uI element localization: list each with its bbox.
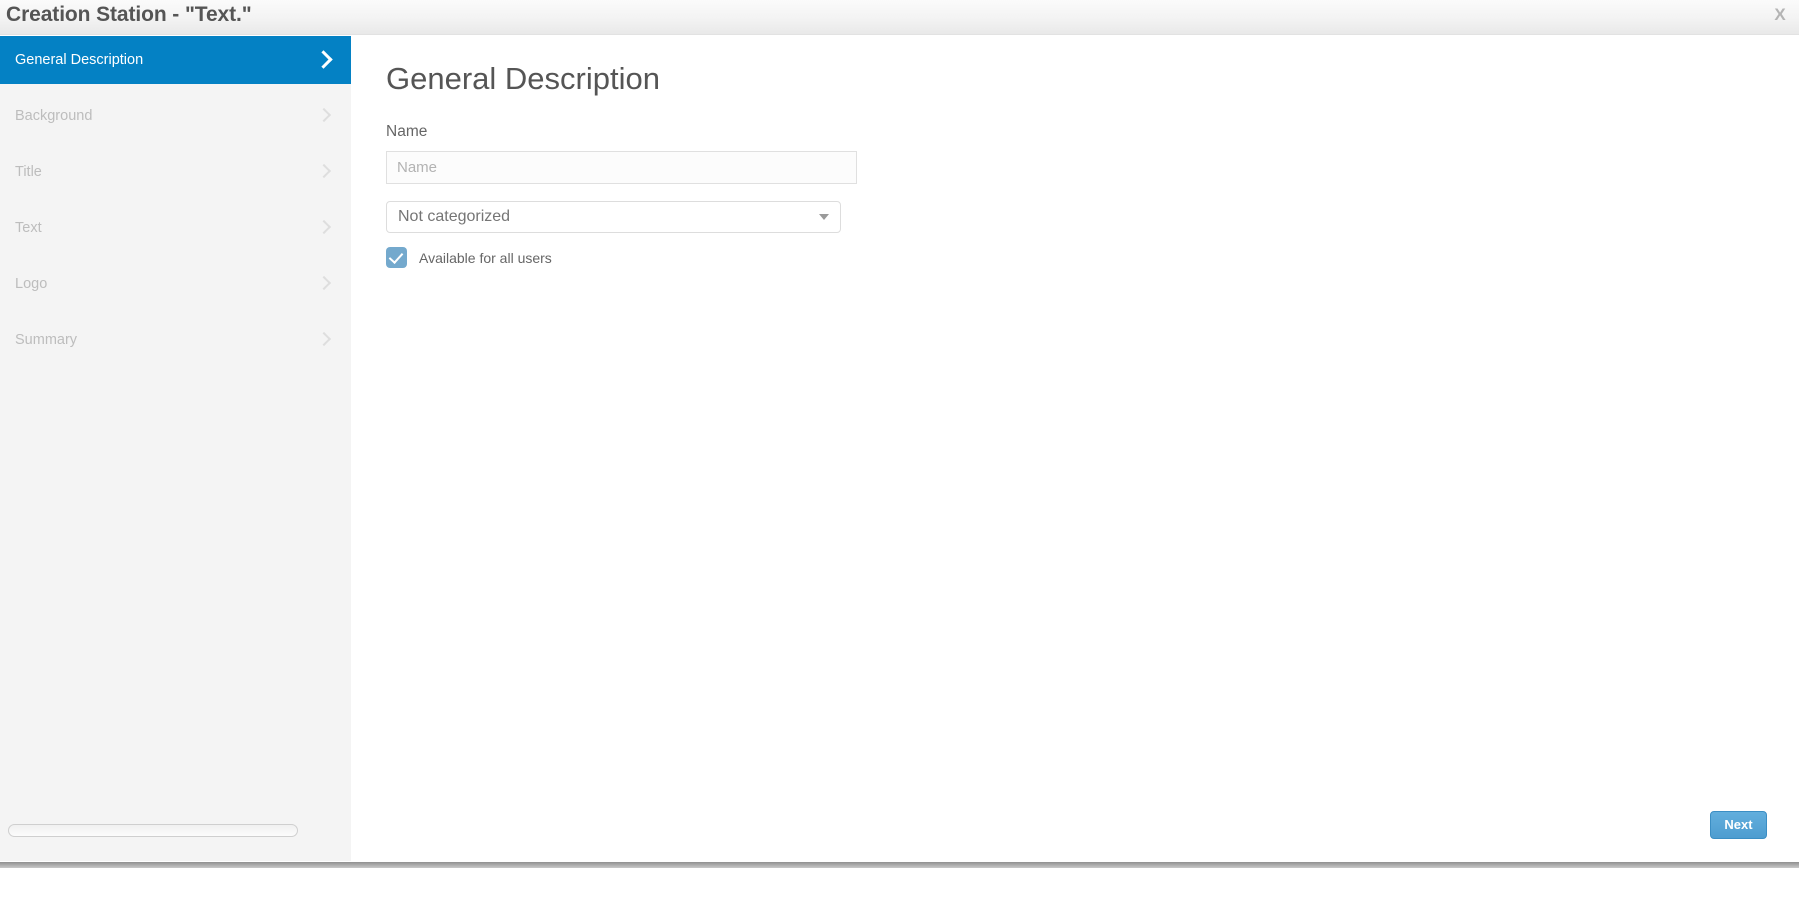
- sidebar-item-label: Title: [15, 164, 42, 180]
- window-statusbar: [0, 861, 1799, 897]
- window-title: Creation Station - "Text.": [6, 3, 252, 26]
- category-select[interactable]: Not categorized: [386, 201, 841, 233]
- main-content: General Description Name Not categorized…: [351, 36, 1799, 861]
- sidebar-item-summary[interactable]: Summary: [0, 316, 351, 364]
- creation-station-window: Creation Station - "Text." X General Des…: [0, 0, 1799, 897]
- sidebar-item-label: Summary: [15, 332, 78, 348]
- chevron-right-icon: [317, 330, 333, 350]
- window-titlebar: Creation Station - "Text." X: [0, 0, 1799, 35]
- category-select-value: Not categorized: [398, 208, 511, 225]
- available-for-all-users-label: Available for all users: [419, 249, 552, 266]
- sidebar-item-label: General Description: [15, 52, 144, 68]
- sidebar-item-background[interactable]: Background: [0, 92, 351, 140]
- chevron-right-icon: [317, 106, 333, 126]
- chevron-right-icon: [317, 218, 333, 238]
- close-icon[interactable]: X: [1769, 3, 1791, 27]
- name-field-label: Name: [386, 123, 428, 140]
- page-title: General Description: [386, 61, 660, 96]
- chevron-right-icon: [317, 162, 333, 182]
- chevron-right-icon: [317, 274, 333, 294]
- sidebar-item-label: Logo: [15, 276, 48, 292]
- available-for-all-users-row[interactable]: Available for all users: [386, 247, 552, 268]
- sidebar-item-general-description[interactable]: General Description: [0, 36, 351, 84]
- chevron-right-icon: [317, 50, 333, 70]
- sidebar-item-logo[interactable]: Logo: [0, 260, 351, 308]
- name-input[interactable]: [386, 151, 857, 184]
- sidebar-horizontal-scrollbar[interactable]: [8, 824, 298, 837]
- sidebar-item-label: Background: [15, 108, 93, 124]
- next-button[interactable]: Next: [1710, 811, 1767, 839]
- available-for-all-users-checkbox[interactable]: [386, 247, 407, 268]
- wizard-sidebar: General Description Background Title Tex…: [0, 36, 351, 861]
- sidebar-item-text[interactable]: Text: [0, 204, 351, 252]
- sidebar-item-title[interactable]: Title: [0, 148, 351, 196]
- statusbar-divider: [0, 862, 1799, 868]
- sidebar-item-label: Text: [15, 220, 42, 236]
- chevron-down-icon: [819, 214, 829, 220]
